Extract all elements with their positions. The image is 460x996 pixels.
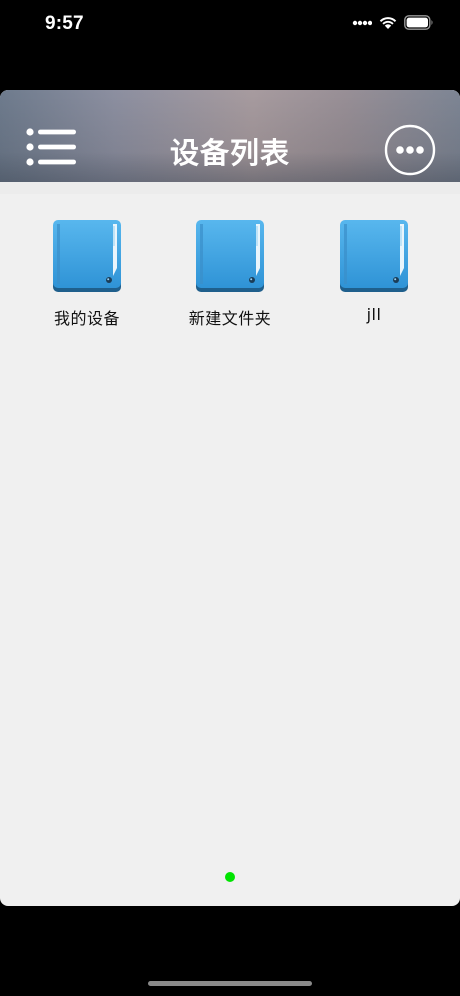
folder-icon bbox=[53, 220, 121, 292]
folder-label: 新建文件夹 bbox=[188, 309, 272, 328]
folder-label: 我的设备 bbox=[53, 309, 120, 328]
more-options-icon[interactable] bbox=[384, 124, 436, 176]
header-bar: 设备列表 bbox=[0, 90, 460, 182]
status-bar: 9:57 bbox=[0, 0, 460, 50]
battery-icon bbox=[404, 15, 433, 30]
header-separator bbox=[0, 182, 460, 194]
wifi-icon bbox=[379, 17, 397, 29]
folder-item-my-devices[interactable]: 我的设备 bbox=[27, 218, 147, 329]
home-indicator[interactable] bbox=[148, 981, 312, 986]
status-icons bbox=[352, 15, 434, 30]
screen: 9:57 设备列表 我的设备 新建文件夹 jll bbox=[0, 0, 460, 996]
folder-item-new-folder[interactable]: 新建文件夹 bbox=[170, 218, 290, 329]
main-card: 设备列表 我的设备 新建文件夹 jll bbox=[0, 90, 460, 906]
folder-icon bbox=[196, 220, 264, 292]
cellular-signal-icon bbox=[352, 20, 372, 25]
folder-item-jll[interactable]: jll bbox=[314, 218, 434, 324]
page-indicator-dot bbox=[225, 872, 235, 882]
folder-label: jll bbox=[366, 305, 382, 324]
status-time: 9:57 bbox=[45, 13, 84, 34]
folder-icon bbox=[340, 220, 408, 292]
